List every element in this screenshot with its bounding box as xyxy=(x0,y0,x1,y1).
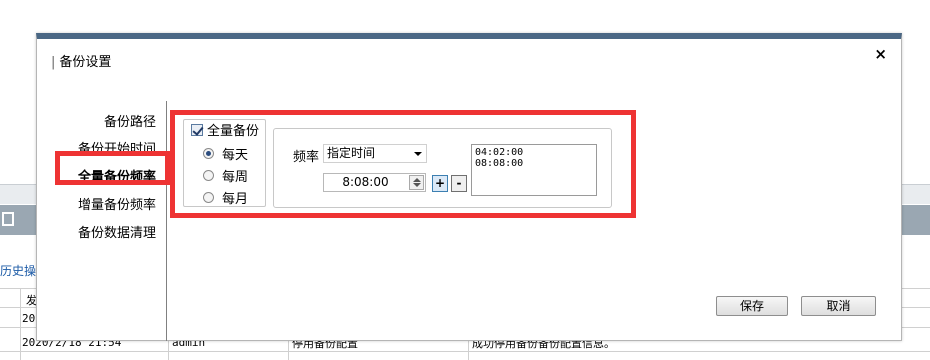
dialog-title-text: 备份设置 xyxy=(59,55,112,70)
background-history-label[interactable]: 历史操作 xyxy=(0,262,40,279)
save-button[interactable]: 保存 xyxy=(716,296,788,316)
highlight-frame-settings xyxy=(170,110,636,218)
nav-item-backup-data-cleanup[interactable]: 备份数据清理 xyxy=(78,222,156,241)
dialog-title: | 备份设置 xyxy=(51,51,111,70)
nav-item-incremental-backup-frequency[interactable]: 增量备份频率 xyxy=(78,194,156,213)
nav-item-backup-path[interactable]: 备份路径 xyxy=(104,111,156,130)
table-column-divider xyxy=(20,288,21,360)
settings-nav: 备份路径 备份开始时间 全量备份频率 增量备份频率 备份数据清理 xyxy=(37,101,167,341)
highlight-frame-nav xyxy=(55,151,170,185)
background-window-icon xyxy=(2,212,14,226)
table-row xyxy=(0,352,930,360)
close-icon[interactable]: × xyxy=(874,45,887,63)
title-bar-mark: | xyxy=(51,55,56,70)
cancel-button[interactable]: 取消 xyxy=(801,296,876,316)
